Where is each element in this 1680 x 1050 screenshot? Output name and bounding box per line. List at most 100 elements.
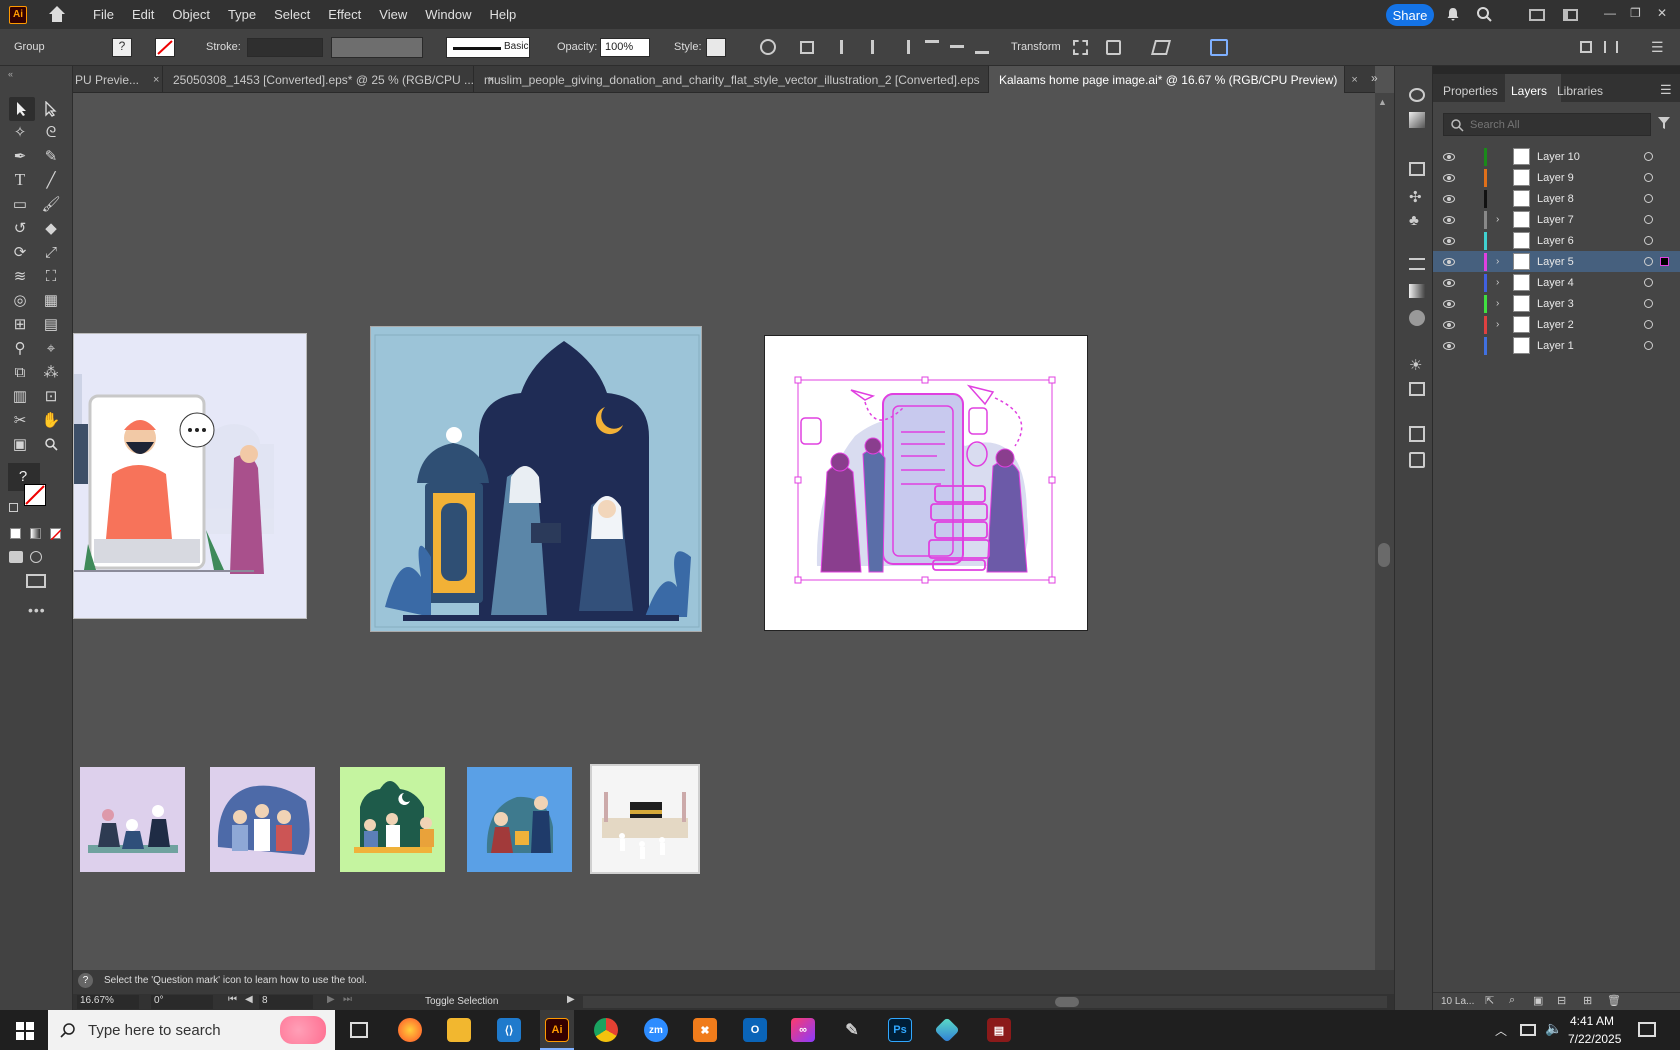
vertical-scrollbar[interactable]: ▲ ▼ (1375, 93, 1394, 996)
tab-document-1[interactable]: PU Previe... × (73, 66, 163, 93)
warp-icon[interactable] (1106, 40, 1121, 55)
default-colors-icon[interactable] (9, 503, 18, 512)
filter-icon[interactable] (1657, 116, 1671, 133)
type-tool-icon[interactable]: T (11, 170, 29, 189)
curvature-tool-icon[interactable]: ✎ (42, 147, 60, 165)
fill-swatch-unknown[interactable]: ? (112, 38, 132, 57)
align-right-icon[interactable] (896, 40, 910, 54)
eye-icon[interactable] (1443, 173, 1455, 182)
recolor-artwork-icon[interactable] (760, 39, 776, 55)
layer-row[interactable]: Layer 9 (1433, 167, 1680, 188)
chevron-right-icon[interactable]: › (1496, 298, 1499, 309)
tab-document-3[interactable]: muslim_people_giving_donation_and_charit… (474, 66, 1000, 93)
firefox-icon[interactable] (398, 1018, 422, 1042)
align-left-icon[interactable] (840, 40, 854, 54)
menu-view[interactable]: View (379, 7, 407, 22)
scroll-thumb[interactable] (1055, 997, 1079, 1007)
target-icon[interactable] (1644, 257, 1653, 266)
menu-file[interactable]: File (93, 7, 114, 22)
collapse-icon[interactable]: « (8, 69, 13, 79)
eye-icon[interactable] (1443, 278, 1455, 287)
selection-tool-icon[interactable] (13, 100, 31, 118)
artboard-3[interactable] (764, 335, 1088, 631)
export-icon[interactable] (1409, 426, 1425, 442)
network-icon[interactable] (1520, 1024, 1536, 1036)
brushes-icon[interactable]: ✣ (1409, 188, 1422, 206)
vscode-icon[interactable]: ⟨⟩ (497, 1018, 521, 1042)
layer-name[interactable]: Layer 6 (1537, 235, 1574, 247)
target-icon[interactable] (1644, 278, 1653, 287)
menu-effect[interactable]: Effect (328, 7, 361, 22)
chrome-icon[interactable] (594, 1018, 618, 1042)
direct-selection-tool-icon[interactable] (42, 100, 60, 118)
menu-window[interactable]: Window (425, 7, 471, 22)
minimize-icon[interactable]: — (1604, 6, 1616, 20)
eye-icon[interactable] (1443, 152, 1455, 161)
measure-tool-icon[interactable]: ⌖ (42, 339, 60, 357)
canvas[interactable] (73, 93, 1375, 970)
menu-help[interactable]: Help (489, 7, 516, 22)
color-guide-icon[interactable] (1409, 112, 1425, 128)
new-layer-icon[interactable]: ⊞ (1583, 994, 1592, 1007)
status-menu-icon[interactable]: ▶ (567, 994, 575, 1005)
artboard-2[interactable] (370, 326, 702, 632)
slice-tool-icon[interactable]: ✂ (11, 411, 29, 429)
rectangle-tool-icon[interactable]: ▭ (11, 195, 29, 213)
screen-mode-icon[interactable] (26, 574, 46, 588)
eyedropper-tool-icon[interactable]: ⚲ (11, 339, 29, 357)
symbol-sprayer-tool-icon[interactable]: ⁂ (42, 363, 60, 381)
collect-export-icon[interactable]: ⇱ (1485, 994, 1494, 1007)
layer-row[interactable]: › Layer 5 (1433, 251, 1680, 272)
graphic-styles-icon[interactable] (1409, 382, 1425, 396)
eye-icon[interactable] (1443, 299, 1455, 308)
panel-menu-icon[interactable] (1604, 41, 1618, 53)
target-icon[interactable] (1644, 152, 1653, 161)
layer-name[interactable]: Layer 8 (1537, 193, 1574, 205)
pen-app-icon[interactable]: ✎ (840, 1018, 864, 1042)
layer-row[interactable]: › Layer 2 (1433, 314, 1680, 335)
home-icon[interactable] (47, 5, 67, 24)
target-icon[interactable] (1644, 173, 1653, 182)
search-icon[interactable] (1476, 6, 1493, 26)
close-icon[interactable]: × (153, 74, 159, 86)
transform-button[interactable]: Transform (1011, 41, 1061, 53)
layer-row[interactable]: Layer 8 (1433, 188, 1680, 209)
appearance-icon[interactable]: ☀ (1409, 356, 1422, 374)
panel-menu-icon[interactable]: ☰ (1660, 82, 1672, 98)
align-center-icon[interactable] (871, 40, 885, 54)
tab-properties[interactable]: Properties (1443, 84, 1498, 98)
layer-row[interactable]: Layer 6 (1433, 230, 1680, 251)
close-icon[interactable]: × (1351, 74, 1357, 86)
eye-icon[interactable] (1443, 320, 1455, 329)
layer-row[interactable]: › Layer 4 (1433, 272, 1680, 293)
target-icon[interactable] (1644, 194, 1653, 203)
align-to-icon[interactable] (800, 41, 814, 54)
last-artboard-icon[interactable]: ⏭ (343, 994, 352, 1005)
eye-icon[interactable] (1443, 215, 1455, 224)
target-icon[interactable] (1644, 299, 1653, 308)
next-artboard-icon[interactable]: ▶ (327, 994, 335, 1005)
free-transform-tool-icon[interactable]: ⛶ (42, 267, 60, 285)
tray-overflow-icon[interactable]: ︿ (1495, 1022, 1507, 1039)
close-icon[interactable]: ✕ (1657, 6, 1667, 20)
task-view-icon[interactable] (350, 1022, 368, 1038)
transparency-icon[interactable] (1409, 310, 1425, 326)
xampp-icon[interactable]: ✖ (693, 1018, 717, 1042)
layer-name[interactable]: Layer 3 (1537, 298, 1574, 310)
app-diamond-icon[interactable] (934, 1017, 960, 1043)
chevron-right-icon[interactable]: › (1496, 256, 1499, 267)
graphic-style-swatch[interactable] (706, 38, 726, 57)
menu-edit[interactable]: Edit (132, 7, 154, 22)
horizontal-scrollbar[interactable] (583, 996, 1387, 1008)
bell-icon[interactable] (1446, 7, 1459, 21)
question-mark-icon[interactable]: ? (14, 467, 32, 485)
rotate-tool-icon[interactable]: ⟳ (11, 243, 29, 261)
layer-name[interactable]: Layer 4 (1537, 277, 1574, 289)
scroll-thumb[interactable] (1378, 543, 1390, 567)
shape-builder-tool-icon[interactable]: ◎ (11, 291, 29, 309)
stroke-panel-icon[interactable] (1409, 258, 1425, 270)
selection-indicator[interactable] (1660, 257, 1669, 266)
winrar-icon[interactable]: ▤ (987, 1018, 1011, 1042)
hamburger-icon[interactable]: ☰ (1651, 39, 1664, 56)
outlook-icon[interactable]: O (743, 1018, 767, 1042)
